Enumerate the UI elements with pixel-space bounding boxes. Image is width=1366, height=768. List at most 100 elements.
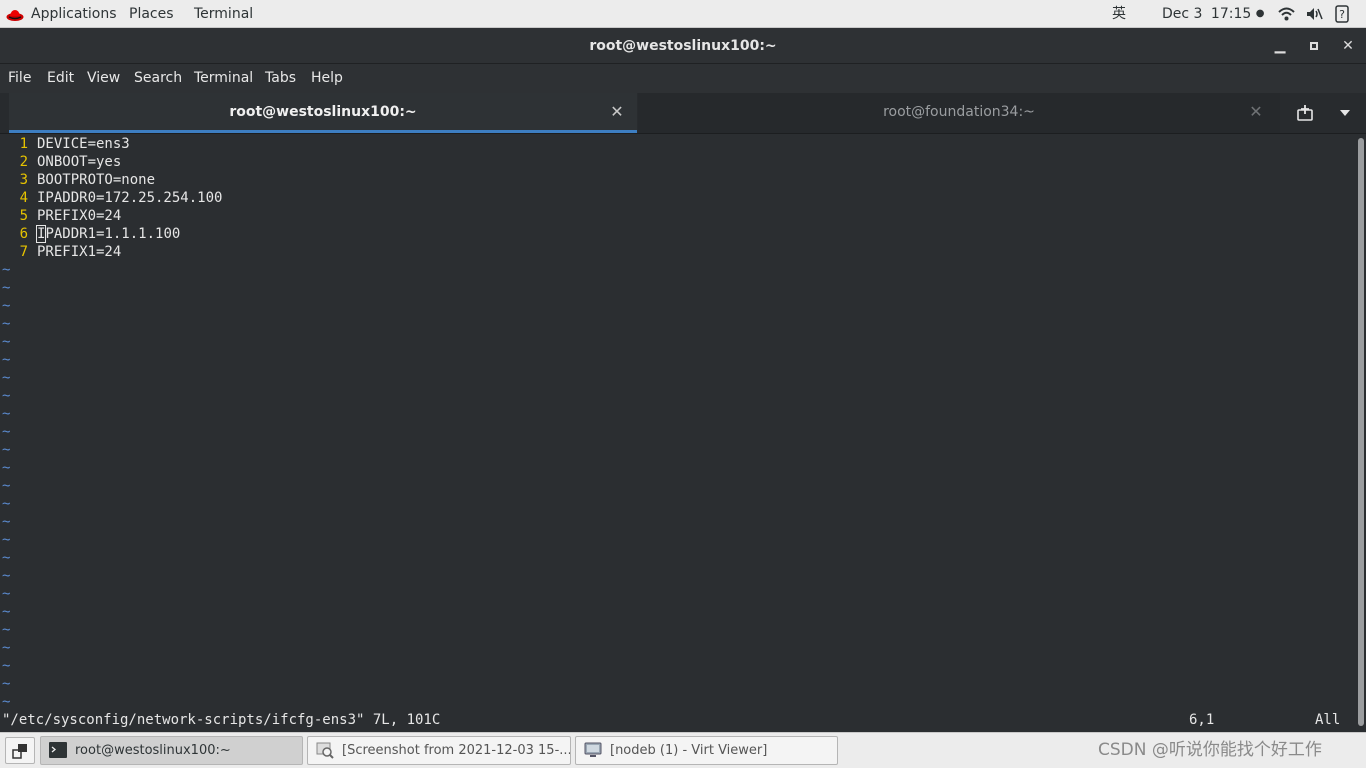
line-text: DEVICE=ens3 [37, 136, 130, 152]
terminal-vim-editor[interactable]: 1 DEVICE=ens3 2 ONBOOT=yes 3 BOOTPROTO=none… [0, 134, 1356, 732]
redhat-icon [6, 10, 24, 21]
menu-tabs[interactable]: Tabs [265, 64, 296, 93]
empty-line-tilde: ~ [2, 568, 11, 584]
editor-line: 6 IPADDR1=1.1.1.100 [0, 225, 180, 243]
virt-viewer-icon [584, 742, 602, 757]
tab-label: root@foundation34:~ [883, 104, 1035, 120]
empty-line-tilde: ~ [2, 604, 11, 620]
notification-dot-icon: ● [1255, 8, 1265, 19]
csdn-watermark: CSDN @听说你能找个好工作 [1098, 740, 1322, 760]
places-menu[interactable]: Places [129, 0, 174, 28]
close-window-button[interactable]: ✕ [1338, 36, 1358, 56]
tab-label: root@westoslinux100:~ [229, 104, 417, 120]
tab-foundation34[interactable]: root@foundation34:~ ✕ [638, 93, 1280, 133]
scrollbar-thumb[interactable] [1358, 138, 1364, 726]
empty-line-tilde: ~ [2, 424, 11, 440]
taskbar-item-terminal[interactable]: root@westoslinux100:~ [40, 736, 303, 765]
top-panel: Applications Places Terminal 英 Dec 3 17:… [0, 0, 1366, 28]
clock[interactable]: Dec 3 17:15 ● [1162, 0, 1264, 28]
empty-line-tilde: ~ [2, 352, 11, 368]
minimize-button[interactable]: ▁ [1270, 36, 1290, 56]
line-text: PREFIX1=24 [37, 244, 122, 260]
applications-menu[interactable]: Applications [31, 0, 117, 28]
svg-text:?: ? [1339, 8, 1345, 21]
line-text: PREFIX0=24 [37, 208, 122, 224]
editor-line: 2 ONBOOT=yes [0, 153, 122, 171]
line-number: 4 [19, 190, 28, 206]
menu-help[interactable]: Help [311, 64, 343, 93]
menu-view[interactable]: View [87, 64, 120, 93]
empty-line-tilde: ~ [2, 370, 11, 386]
terminal-app-menu[interactable]: Terminal [194, 0, 253, 28]
line-text: ONBOOT=yes [37, 154, 122, 170]
line-number: 6 [19, 226, 28, 242]
tab-close-icon[interactable]: ✕ [609, 104, 625, 120]
taskbar-item-screenshot[interactable]: [Screenshot from 2021-12-03 15-... [307, 736, 571, 765]
input-method-indicator[interactable]: 英 [1112, 0, 1126, 28]
terminal-scrollbar[interactable] [1356, 134, 1366, 732]
taskbar-label: root@westoslinux100:~ [75, 743, 231, 758]
vim-status-scroll: All [1315, 712, 1341, 728]
line-number: 3 [19, 172, 28, 188]
empty-line-tilde: ~ [2, 676, 11, 692]
vim-status-file: "/etc/sysconfig/network-scripts/ifcfg-en… [2, 712, 441, 728]
editor-line: 5 PREFIX0=24 [0, 207, 122, 225]
empty-line-tilde: ~ [2, 532, 11, 548]
line-number: 7 [19, 244, 28, 260]
empty-line-tilde: ~ [2, 550, 11, 566]
window-title: root@westoslinux100:~ [589, 38, 777, 54]
editor-line: 1 DEVICE=ens3 [0, 135, 130, 153]
empty-line-tilde: ~ [2, 478, 11, 494]
clock-time: 17:15 [1210, 6, 1252, 22]
clock-date: Dec 3 [1162, 6, 1203, 22]
line-text: IPADDR0=172.25.254.100 [37, 190, 223, 206]
empty-line-tilde: ~ [2, 514, 11, 530]
empty-line-tilde: ~ [2, 406, 11, 422]
empty-line-tilde: ~ [2, 622, 11, 638]
terminal-icon [49, 742, 67, 758]
editor-line: 7 PREFIX1=24 [0, 243, 122, 261]
line-number: 5 [19, 208, 28, 224]
empty-line-tilde: ~ [2, 280, 11, 296]
empty-line-tilde: ~ [2, 640, 11, 656]
show-desktop-button[interactable] [5, 737, 35, 764]
taskbar: root@westoslinux100:~ [Screenshot from 2… [0, 732, 1366, 768]
screenshot-viewer-icon [316, 742, 334, 759]
line-number: 1 [19, 136, 28, 152]
vim-status-position: 6,1 [1189, 712, 1215, 728]
empty-line-tilde: ~ [2, 442, 11, 458]
menu-edit[interactable]: Edit [47, 64, 74, 93]
tab-menu-icon[interactable] [1339, 109, 1351, 117]
tab-close-icon[interactable]: ✕ [1248, 104, 1264, 120]
maximize-button[interactable] [1304, 36, 1324, 56]
empty-line-tilde: ~ [2, 334, 11, 350]
empty-line-tilde: ~ [2, 460, 11, 476]
empty-line-tilde: ~ [2, 694, 11, 710]
line-text: BOOTPROTO=none [37, 172, 156, 188]
taskbar-label: [Screenshot from 2021-12-03 15-... [342, 743, 571, 758]
menu-terminal[interactable]: Terminal [194, 64, 253, 93]
tab-bar: root@westoslinux100:~ ✕ root@foundation3… [0, 93, 1366, 134]
window-title-bar[interactable]: root@westoslinux100:~ ▁ ✕ [0, 28, 1366, 64]
menu-file[interactable]: File [8, 64, 31, 93]
empty-line-tilde: ~ [2, 298, 11, 314]
wifi-icon[interactable] [1278, 5, 1295, 23]
taskbar-label: [nodeb (1) - Virt Viewer] [610, 743, 768, 758]
maximize-icon [1310, 42, 1318, 50]
empty-line-tilde: ~ [2, 388, 11, 404]
empty-line-tilde: ~ [2, 586, 11, 602]
line-number: 2 [19, 154, 28, 170]
editor-line: 3 BOOTPROTO=none [0, 171, 155, 189]
empty-line-tilde: ~ [2, 316, 11, 332]
power-icon[interactable]: ? [1335, 5, 1349, 23]
volume-icon[interactable] [1305, 5, 1323, 23]
menu-bar: File Edit View Search Terminal Tabs Help [0, 64, 1366, 93]
show-desktop-icon [12, 744, 27, 759]
empty-line-tilde: ~ [2, 262, 11, 278]
editor-line: 4 IPADDR0=172.25.254.100 [0, 189, 223, 207]
line-text: PADDR1=1.1.1.100 [45, 226, 181, 242]
taskbar-item-virt-viewer[interactable]: [nodeb (1) - Virt Viewer] [575, 736, 838, 765]
tab-westoslinux100[interactable]: root@westoslinux100:~ ✕ [9, 93, 637, 133]
new-tab-icon[interactable] [1296, 104, 1314, 122]
menu-search[interactable]: Search [134, 64, 182, 93]
